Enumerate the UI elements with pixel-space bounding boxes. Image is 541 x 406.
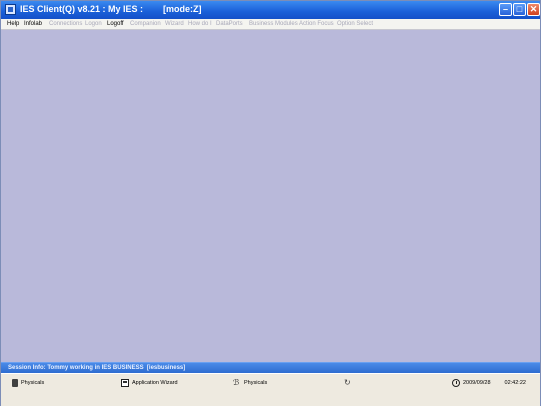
status-bar: Physicals Application Wizard ℬ Physicals… [1, 373, 540, 406]
status-application-wizard-label: Application Wizard [132, 380, 178, 386]
status-datetime: 2009/09/28 02:42:22 [452, 378, 526, 388]
status-physicals-2[interactable]: ℬ Physicals [233, 378, 267, 388]
menu-wizard[interactable]: Wizard [165, 19, 184, 29]
status-application-wizard[interactable]: Application Wizard [121, 378, 178, 388]
menu-help[interactable]: Help [7, 19, 19, 29]
menu-companion[interactable]: Companion [130, 19, 161, 29]
maximize-button[interactable]: □ [513, 3, 526, 16]
close-button[interactable]: ✕ [527, 3, 540, 16]
minimize-button[interactable]: – [499, 3, 512, 16]
menu-connections[interactable]: Connections [49, 19, 82, 29]
wizard-icon [121, 379, 129, 387]
menu-logon[interactable]: Logon [85, 19, 102, 29]
menu-bar: Help Infolab Connections Logon Logoff Co… [1, 19, 540, 30]
window-title: IES Client(Q) v8.21 : My IES : [mode:Z] [20, 4, 202, 14]
refresh-icon: ↻ [344, 378, 351, 387]
menu-option-select[interactable]: Option Select [337, 19, 373, 29]
physicals-icon: ℬ [233, 378, 240, 387]
title-bar[interactable]: IES Client(Q) v8.21 : My IES : [mode:Z] … [1, 1, 540, 19]
book-icon [12, 379, 18, 387]
menu-logoff[interactable]: Logoff [107, 19, 124, 29]
status-refresh[interactable]: ↻ [344, 378, 352, 388]
session-info-bar: Session Info: Tommy working in IES BUSIN… [1, 362, 540, 373]
client-area[interactable] [1, 30, 540, 362]
app-icon [5, 4, 16, 15]
menu-infolab[interactable]: Infolab [24, 19, 42, 29]
status-time: 02:42:22 [504, 380, 526, 386]
app-window: IES Client(Q) v8.21 : My IES : [mode:Z] … [0, 0, 541, 406]
menu-action-focus[interactable]: Action Focus [299, 19, 334, 29]
clock-icon [452, 379, 460, 387]
menu-business-modules[interactable]: Business Modules [249, 19, 298, 29]
status-physicals-1-label: Physicals [21, 380, 45, 386]
status-physicals-2-label: Physicals [244, 380, 268, 386]
status-date: 2009/09/28 [463, 380, 491, 386]
menu-how-do-i[interactable]: How do I [188, 19, 212, 29]
menu-dataports[interactable]: DataPorts [216, 19, 243, 29]
status-physicals-1[interactable]: Physicals [12, 378, 44, 388]
session-info-text: Session Info: Tommy working in IES BUSIN… [8, 365, 186, 371]
